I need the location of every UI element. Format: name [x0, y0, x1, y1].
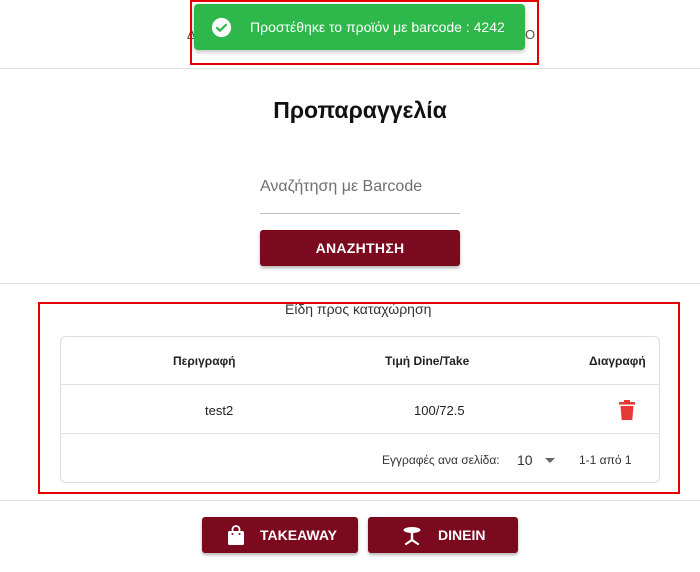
- pagination-range: 1-1 από 1: [579, 453, 632, 467]
- items-table: Περιγραφή Τιμή Dine/Take Διαγραφή test2 …: [60, 336, 660, 483]
- cell-price: 100/72.5: [414, 403, 465, 418]
- dinein-label: DINEIN: [438, 527, 486, 543]
- table-icon: [403, 527, 421, 545]
- divider: [0, 500, 700, 501]
- takeaway-button[interactable]: TAKEAWAY: [202, 517, 358, 553]
- success-snackbar: Προστέθηκε το προϊόν με barcode : 4242: [194, 4, 525, 50]
- rows-per-page-label: Εγγραφές ανα σελίδα:: [382, 453, 500, 467]
- page-title: Προπαραγγελία: [273, 97, 447, 123]
- snackbar-message: Προστέθηκε το προϊόν με barcode : 4242: [250, 19, 505, 35]
- check-circle-icon: [211, 17, 232, 37]
- divider: [0, 283, 700, 284]
- rows-per-page-value: 10: [517, 452, 533, 468]
- barcode-search-field[interactable]: [260, 176, 460, 214]
- trash-icon[interactable]: [619, 400, 635, 420]
- dinein-button[interactable]: DINEIN: [368, 517, 518, 553]
- chevron-down-icon: [545, 458, 555, 463]
- shopping-bag-icon: [228, 525, 244, 545]
- search-button[interactable]: ΑΝΑΖΗΤΗΣΗ: [260, 230, 460, 266]
- row-divider: [61, 433, 659, 434]
- column-header-price[interactable]: Τιμή Dine/Take: [385, 354, 469, 368]
- cell-description: test2: [205, 403, 234, 418]
- column-header-description[interactable]: Περιγραφή: [173, 354, 236, 368]
- items-section-title: Είδη προς καταχώρηση: [285, 301, 432, 317]
- rows-per-page-select[interactable]: 10: [517, 448, 563, 472]
- column-header-delete[interactable]: Διαγραφή: [589, 354, 646, 368]
- header-text-right: Ο: [525, 27, 536, 42]
- header-divider: [61, 384, 659, 385]
- takeaway-label: TAKEAWAY: [260, 527, 338, 543]
- barcode-search-input[interactable]: [260, 176, 460, 196]
